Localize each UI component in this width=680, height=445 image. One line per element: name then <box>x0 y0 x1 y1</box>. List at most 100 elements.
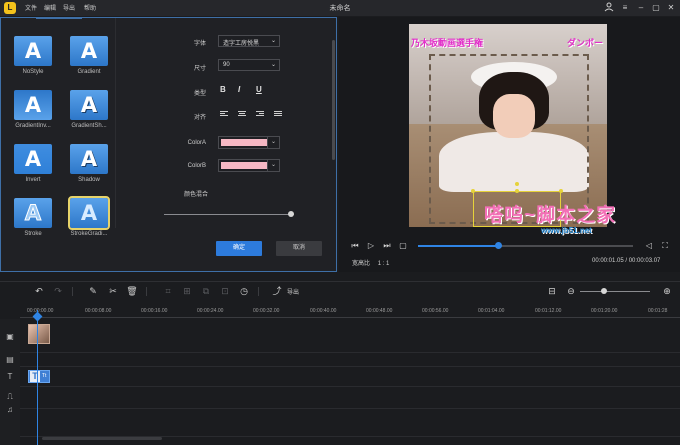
overlay-track[interactable] <box>20 353 680 367</box>
playhead-line[interactable] <box>37 310 38 445</box>
confirm-button[interactable]: 确定 <box>216 241 262 256</box>
playback-progress-handle[interactable] <box>495 242 502 249</box>
edit-pencil-icon[interactable]: ✎ <box>87 285 99 297</box>
mosaic-icon[interactable]: ⊞ <box>181 285 193 297</box>
timeline-scrollbar[interactable] <box>42 437 162 440</box>
font-label: 字体 <box>193 41 206 47</box>
style-gradient-tile[interactable]: A <box>70 36 108 66</box>
align-center-icon[interactable] <box>238 111 246 118</box>
align-right-icon[interactable] <box>256 111 264 118</box>
redo-icon[interactable]: ↷ <box>52 285 64 297</box>
rotate-handle[interactable] <box>515 182 519 186</box>
style-label: Shadow <box>78 177 100 183</box>
ruler-tick: 00:00:32.00 <box>253 308 280 314</box>
ruler-tick: 00:00:24.00 <box>197 308 224 314</box>
style-label: NoStyle <box>22 69 44 75</box>
duration-icon[interactable]: ◷ <box>238 285 250 297</box>
zoom-out-icon[interactable]: ⊖ <box>565 285 577 297</box>
style-strokegradient-tile[interactable]: A <box>68 196 110 230</box>
undo-icon[interactable]: ↶ <box>33 285 45 297</box>
italic-button[interactable]: I <box>238 85 240 94</box>
size-select[interactable]: 90 ⌄ <box>218 59 280 71</box>
ruler-tick: 00:00:08.00 <box>85 308 112 314</box>
play-icon[interactable]: ▷ <box>366 241 376 251</box>
style-nostyle-tile[interactable]: A <box>14 36 52 66</box>
aspect-ratio[interactable]: 宽高比 1 : 1 <box>352 258 389 267</box>
close-icon[interactable]: ✕ <box>665 2 677 14</box>
export-icon[interactable]: ⤴ <box>271 285 283 297</box>
resize-handle[interactable] <box>559 189 563 193</box>
filter-track-icon: ⎍ <box>7 392 13 401</box>
menu-edit[interactable]: 编辑 <box>44 3 56 12</box>
style-invert-tile[interactable]: A <box>14 144 52 174</box>
ruler-baseline <box>20 317 680 318</box>
colora-picker[interactable]: ⌄ <box>218 136 280 149</box>
fullscreen-icon[interactable]: ⛶ <box>660 241 670 251</box>
menu-export[interactable]: 导出 <box>63 3 75 12</box>
zoom-slider-handle[interactable] <box>601 288 607 294</box>
colora-swatch <box>221 139 267 146</box>
blend-label: 颜色混合 <box>183 192 208 198</box>
video-preview[interactable]: 乃木坂動画選手権 ダンボー <box>409 24 607 227</box>
watermark-text: 嗒呜~脚本之家 <box>484 205 617 226</box>
minimize-icon[interactable]: – <box>635 2 647 14</box>
style-stroke-tile[interactable]: A <box>14 198 52 228</box>
window-title: 未命名 <box>329 5 351 12</box>
text-clip-label: Tt <box>42 373 47 379</box>
video-caption-right: ダンボー <box>567 38 604 48</box>
audio-track[interactable] <box>20 409 680 437</box>
cancel-button[interactable]: 取消 <box>276 241 322 256</box>
colorb-picker[interactable]: ⌄ <box>218 159 280 172</box>
stop-icon[interactable]: ▢ <box>398 241 408 251</box>
style-shadow-tile[interactable]: A <box>70 144 108 174</box>
filter-track[interactable] <box>20 387 680 409</box>
menu-help[interactable]: 帮助 <box>84 3 96 12</box>
app-logo: L <box>4 2 16 14</box>
colorb-swatch <box>221 162 267 169</box>
export-button[interactable]: 导出 <box>287 287 299 296</box>
scissors-icon[interactable]: ✂ <box>107 285 119 297</box>
ruler-tick: 00:00:16.00 <box>141 308 168 314</box>
fit-timeline-icon[interactable]: ⊟ <box>546 285 558 297</box>
align-left-icon[interactable] <box>220 111 228 118</box>
style-gradientshadow-tile[interactable]: A <box>70 90 108 120</box>
next-frame-icon[interactable]: ⏭ <box>382 241 392 251</box>
aspect-value: 1 : 1 <box>377 261 390 267</box>
underline-button[interactable]: U <box>256 85 262 94</box>
resize-handle[interactable] <box>471 189 475 193</box>
style-gradientinv-tile[interactable]: A <box>14 90 52 120</box>
menu-file[interactable]: 文件 <box>25 3 37 12</box>
user-icon[interactable] <box>603 2 615 14</box>
overlay-track-icon: ▤ <box>6 355 14 364</box>
split-icon[interactable]: ⧉ <box>200 285 212 297</box>
video-track-icon: ▣ <box>6 332 14 341</box>
freeze-icon[interactable]: ⊡ <box>219 285 231 297</box>
video-track[interactable] <box>20 319 680 353</box>
blend-slider-track[interactable] <box>164 214 294 215</box>
chevron-down-icon: ⌄ <box>270 38 276 44</box>
edit-toolbar <box>0 281 680 303</box>
volume-icon[interactable]: ◁ <box>644 241 654 251</box>
style-label: Stroke <box>24 231 42 237</box>
crop-icon[interactable]: ⌗ <box>162 285 174 297</box>
blend-slider-handle[interactable] <box>288 211 294 217</box>
style-label: Gradient <box>77 69 101 75</box>
align-justify-icon[interactable] <box>274 111 282 118</box>
text-track[interactable] <box>20 367 680 387</box>
chevron-down-icon: ⌄ <box>267 137 279 148</box>
bold-button[interactable]: B <box>220 85 226 94</box>
delete-icon[interactable]: 🗑 <box>126 285 138 297</box>
zoom-in-icon[interactable]: ⊕ <box>661 285 673 297</box>
font-select[interactable]: 造字工房悦黑 ⌄ <box>218 35 280 47</box>
prev-frame-icon[interactable]: ⏮ <box>350 241 360 251</box>
resize-handle[interactable] <box>515 189 519 193</box>
maximize-icon[interactable]: ▢ <box>650 2 662 14</box>
ruler-tick: 00:01:04.00 <box>478 308 505 314</box>
playback-progress-fill <box>418 245 498 247</box>
video-clip[interactable] <box>28 324 50 344</box>
zoom-slider-track[interactable] <box>580 291 650 292</box>
style-label: GradientSh... <box>71 123 107 129</box>
panel-scrollbar[interactable] <box>332 40 335 160</box>
ruler-tick: 00:01:28 <box>648 308 668 314</box>
menu-icon[interactable]: ≡ <box>619 2 631 14</box>
